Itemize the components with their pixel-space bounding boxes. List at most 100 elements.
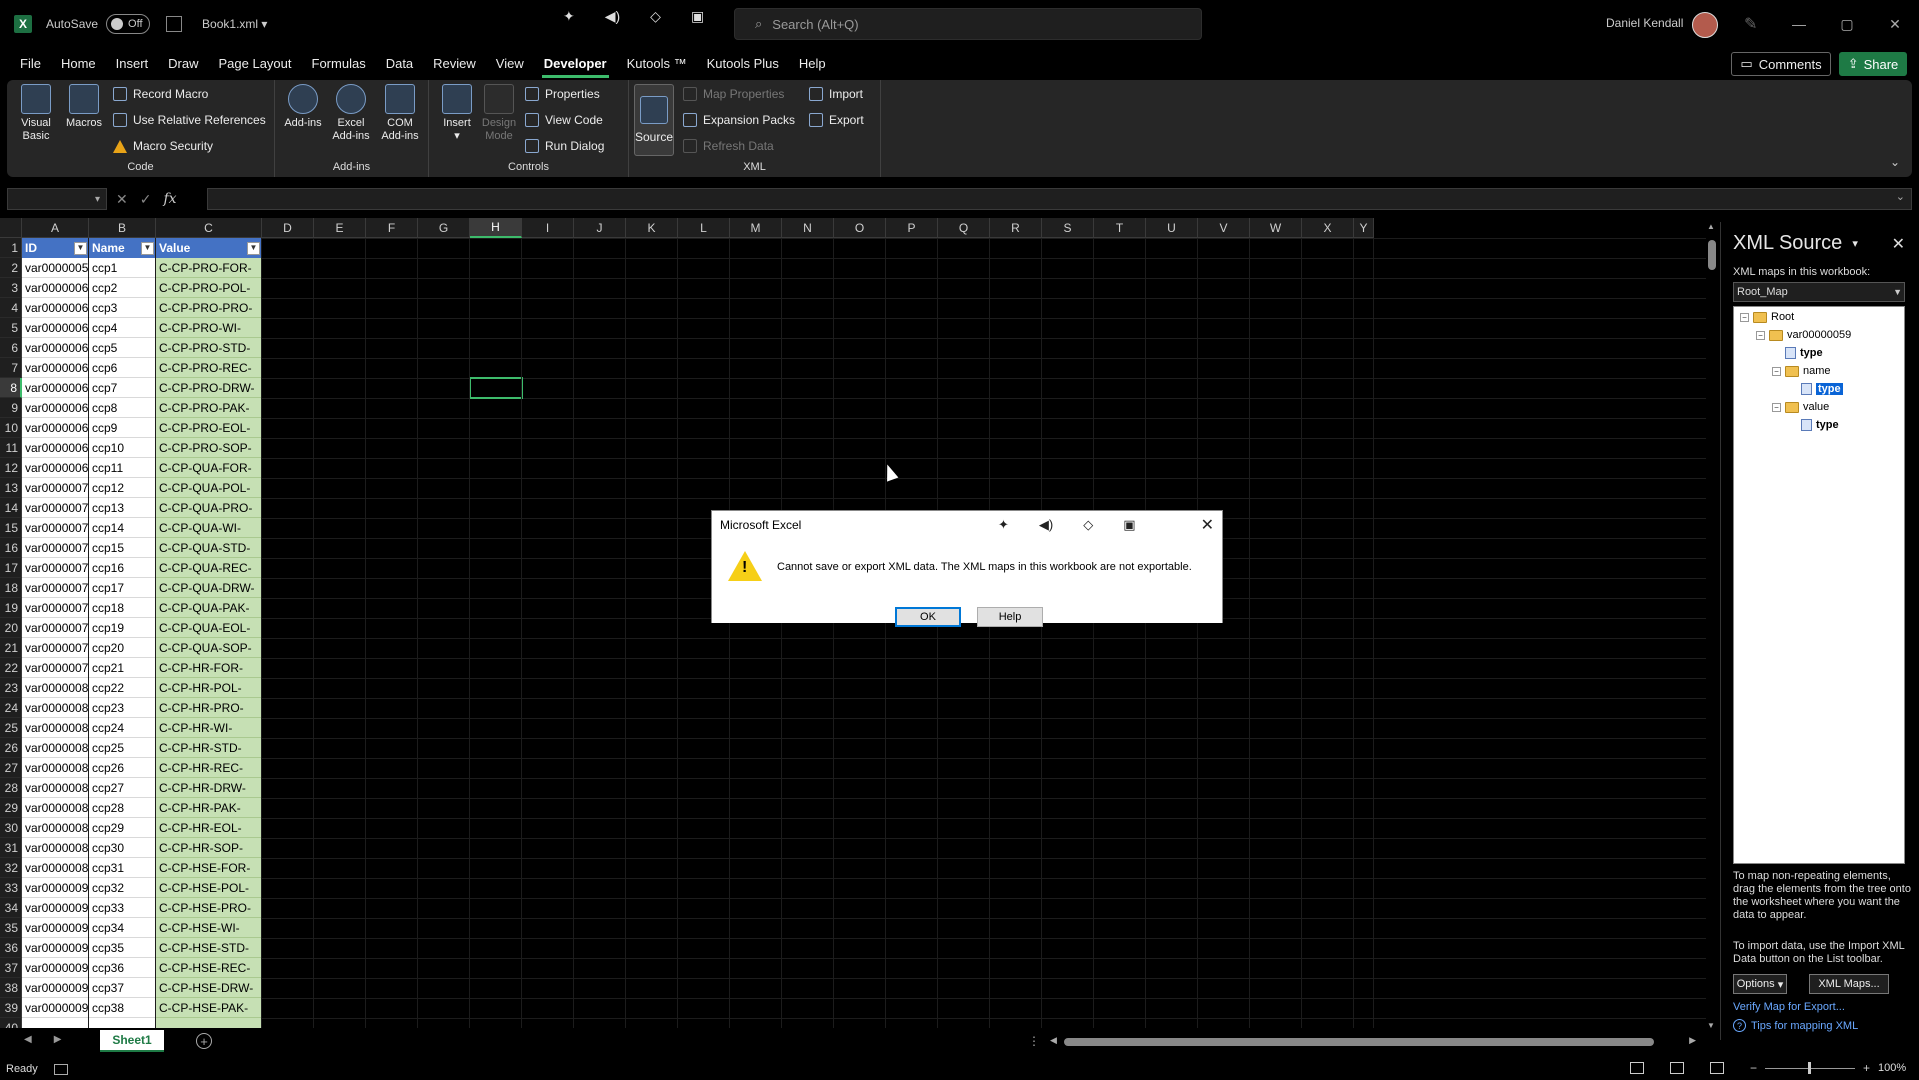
scroll-up-icon[interactable]: ▲ [1707, 222, 1715, 231]
table-cell-id[interactable]: var00000083 [22, 738, 89, 758]
table-cell-value[interactable]: C-CP-HR-POL- [156, 678, 262, 698]
table-cell-id[interactable]: var00000060 [22, 278, 89, 298]
xml-tree-node[interactable]: − name [1772, 363, 1831, 379]
design-mode-button[interactable]: Design Mode [479, 84, 519, 143]
table-cell-name[interactable]: ccp2 [89, 278, 156, 298]
row-header-22[interactable]: 22 [0, 658, 22, 678]
select-all-corner[interactable] [0, 218, 22, 238]
prev-sheet-icon[interactable]: ◀ [24, 1034, 32, 1045]
column-header-b[interactable]: B [89, 218, 156, 238]
table-cell-id[interactable]: var00000077 [22, 618, 89, 638]
column-header-q[interactable]: Q [938, 218, 990, 238]
scroll-left-icon[interactable]: ◀ [1050, 1035, 1057, 1046]
com-addins-button[interactable]: COM Add-ins [377, 84, 423, 143]
page-layout-view-icon[interactable] [1670, 1062, 1684, 1074]
split-handle-icon[interactable]: ⋮ [1028, 1034, 1040, 1048]
addins-button[interactable]: Add-ins [283, 84, 323, 130]
column-header-x[interactable]: X [1302, 218, 1354, 238]
table-cell-name[interactable]: ccp20 [89, 638, 156, 658]
table-cell-name[interactable]: ccp24 [89, 718, 156, 738]
row-header-27[interactable]: 27 [0, 758, 22, 778]
table-cell-id[interactable] [22, 1018, 89, 1028]
tab-draw[interactable]: Draw [158, 50, 208, 78]
column-header-k[interactable]: K [626, 218, 678, 238]
table-cell-id[interactable]: var00000076 [22, 598, 89, 618]
table-cell-name[interactable]: ccp25 [89, 738, 156, 758]
xml-tree-node[interactable]: − Root [1740, 309, 1794, 325]
tab-file[interactable]: File [10, 50, 51, 78]
table-cell-name[interactable]: ccp32 [89, 878, 156, 898]
table-cell-name[interactable]: ccp21 [89, 658, 156, 678]
table-cell-name[interactable]: ccp16 [89, 558, 156, 578]
row-header-33[interactable]: 33 [0, 878, 22, 898]
table-cell-name[interactable]: ccp9 [89, 418, 156, 438]
table-header-value[interactable]: Value ▼ [156, 238, 262, 258]
zoom-level[interactable]: 100% [1878, 1062, 1906, 1074]
collapse-icon[interactable]: − [1740, 312, 1749, 322]
table-cell-name[interactable]: ccp34 [89, 918, 156, 938]
table-cell-value[interactable]: C-CP-HR-PAK- [156, 798, 262, 818]
table-cell-value[interactable]: C-CP-PRO-STD- [156, 338, 262, 358]
table-cell-id[interactable]: var00000095 [22, 978, 89, 998]
table-cell-value[interactable]: C-CP-QUA-FOR- [156, 458, 262, 478]
collapse-icon[interactable]: − [1756, 330, 1765, 340]
zoom-out-icon[interactable]: − [1750, 1061, 1757, 1075]
tab-home[interactable]: Home [51, 50, 106, 78]
table-cell-value[interactable]: C-CP-HR-STD- [156, 738, 262, 758]
table-cell-value[interactable]: C-CP-QUA-SOP- [156, 638, 262, 658]
user-name[interactable]: Daniel Kendall [1606, 16, 1683, 30]
view-code-button[interactable]: View Code [525, 110, 603, 130]
table-cell-id[interactable]: var00000096 [22, 998, 89, 1018]
table-cell-value[interactable]: C-CP-HSE-POL- [156, 878, 262, 898]
insert-control-button[interactable]: Insert ▾ [439, 84, 475, 143]
share-button[interactable]: ⇪ Share [1839, 52, 1907, 76]
table-cell-value[interactable]: C-CP-PRO-WI- [156, 318, 262, 338]
table-cell-value[interactable]: C-CP-PRO-PAK- [156, 398, 262, 418]
close-pane-icon[interactable]: ✕ [1892, 234, 1905, 254]
table-cell-name[interactable]: ccp30 [89, 838, 156, 858]
expand-formula-icon[interactable]: ⌄ [1896, 190, 1905, 203]
check-icon[interactable]: ✓ [140, 191, 152, 208]
table-cell-value[interactable]: C-CP-PRO-POL- [156, 278, 262, 298]
properties-button[interactable]: Properties [525, 84, 600, 104]
minimize-icon[interactable]: — [1775, 0, 1823, 48]
row-header-17[interactable]: 17 [0, 558, 22, 578]
table-cell-name[interactable]: ccp19 [89, 618, 156, 638]
tab-developer[interactable]: Developer [534, 50, 617, 78]
table-cell-id[interactable]: var00000091 [22, 898, 89, 918]
row-header-20[interactable]: 20 [0, 618, 22, 638]
table-cell-name[interactable]: ccp8 [89, 398, 156, 418]
cancel-icon[interactable]: ✕ [116, 191, 128, 208]
table-cell-name[interactable]: ccp38 [89, 998, 156, 1018]
table-cell-id[interactable]: var00000070 [22, 478, 89, 498]
table-cell-id[interactable]: var00000072 [22, 518, 89, 538]
table-cell-name[interactable]: ccp29 [89, 818, 156, 838]
visual-basic-button[interactable]: Visual Basic [15, 84, 57, 143]
row-header-19[interactable]: 19 [0, 598, 22, 618]
column-header-c[interactable]: C [156, 218, 262, 238]
table-cell-value[interactable]: C-CP-HR-PRO- [156, 698, 262, 718]
column-header-s[interactable]: S [1042, 218, 1094, 238]
expansion-packs-button[interactable]: Expansion Packs [683, 110, 795, 130]
table-cell-value[interactable]: C-CP-HR-REC- [156, 758, 262, 778]
table-cell-name[interactable]: ccp33 [89, 898, 156, 918]
row-header-15[interactable]: 15 [0, 518, 22, 538]
table-cell-name[interactable]: ccp6 [89, 358, 156, 378]
xml-tree-node[interactable]: type [1772, 345, 1823, 361]
row-header-31[interactable]: 31 [0, 838, 22, 858]
table-cell-name[interactable]: ccp13 [89, 498, 156, 518]
tab-review[interactable]: Review [423, 50, 486, 78]
filter-dropdown-icon[interactable]: ▼ [74, 241, 87, 255]
table-cell-name[interactable]: ccp23 [89, 698, 156, 718]
row-header-16[interactable]: 16 [0, 538, 22, 558]
column-header-u[interactable]: U [1146, 218, 1198, 238]
macros-button[interactable]: Macros [63, 84, 105, 130]
table-cell-name[interactable]: ccp12 [89, 478, 156, 498]
relative-references-button[interactable]: Use Relative References [113, 110, 266, 130]
table-cell-id[interactable]: var00000066 [22, 398, 89, 418]
column-header-t[interactable]: T [1094, 218, 1146, 238]
table-cell-id[interactable]: var00000068 [22, 438, 89, 458]
column-header-y[interactable]: Y [1354, 218, 1374, 238]
name-box[interactable]: ▾ [7, 188, 107, 210]
pen-icon[interactable]: ✎ [1744, 14, 1757, 34]
